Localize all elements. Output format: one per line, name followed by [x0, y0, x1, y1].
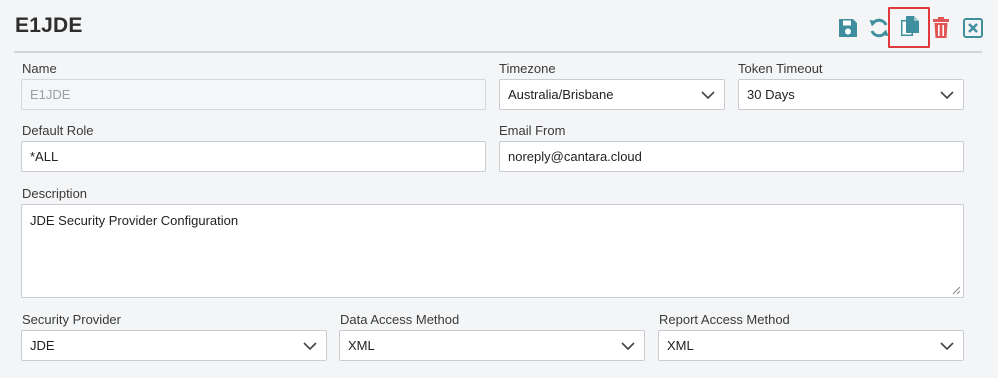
email-from-input[interactable]: noreply@cantara.cloud: [499, 141, 964, 172]
report-access-method-select[interactable]: XML: [658, 330, 964, 361]
default-role-label: Default Role: [22, 123, 94, 138]
security-provider-label: Security Provider: [22, 312, 121, 327]
description-label: Description: [22, 186, 88, 201]
refresh-button[interactable]: [866, 15, 892, 41]
refresh-icon: [869, 18, 889, 38]
copy-icon: [901, 16, 919, 36]
timezone-value: Australia/Brisbane: [508, 87, 614, 102]
close-icon: [963, 18, 983, 38]
data-access-method-select[interactable]: XML: [339, 330, 645, 361]
save-button[interactable]: [835, 15, 861, 41]
save-icon: [839, 19, 857, 37]
data-access-method-value: XML: [348, 338, 375, 353]
delete-icon: [933, 17, 949, 38]
name-label: Name: [22, 61, 57, 76]
report-access-method-label: Report Access Method: [659, 312, 790, 327]
toolbar: [0, 0, 998, 52]
name-value: E1JDE: [30, 87, 71, 102]
email-from-value: noreply@cantara.cloud: [508, 149, 642, 164]
copy-button[interactable]: [897, 14, 923, 40]
chevron-down-icon: [621, 342, 635, 351]
chevron-down-icon: [940, 342, 954, 351]
description-value: JDE Security Provider Configuration: [30, 213, 239, 228]
default-role-value: *ALL: [30, 149, 59, 164]
report-access-method-value: XML: [667, 338, 694, 353]
resize-handle-icon[interactable]: [952, 286, 961, 295]
timezone-label: Timezone: [499, 61, 556, 76]
delete-button[interactable]: [928, 15, 954, 41]
email-from-label: Email From: [499, 123, 566, 138]
close-button[interactable]: [960, 15, 986, 41]
data-access-method-label: Data Access Method: [340, 312, 460, 327]
chevron-down-icon: [303, 342, 317, 351]
default-role-input[interactable]: *ALL: [21, 141, 486, 172]
name-field[interactable]: E1JDE: [21, 79, 486, 110]
chevron-down-icon: [701, 91, 715, 100]
chevron-down-icon: [940, 91, 954, 100]
security-provider-value: JDE: [30, 338, 55, 353]
header-divider: [14, 51, 982, 53]
token-timeout-value: 30 Days: [747, 87, 795, 102]
timezone-select[interactable]: Australia/Brisbane: [499, 79, 725, 110]
security-provider-select[interactable]: JDE: [21, 330, 327, 361]
description-textarea[interactable]: JDE Security Provider Configuration: [21, 204, 964, 298]
token-timeout-select[interactable]: 30 Days: [738, 79, 964, 110]
token-timeout-label: Token Timeout: [738, 61, 823, 76]
